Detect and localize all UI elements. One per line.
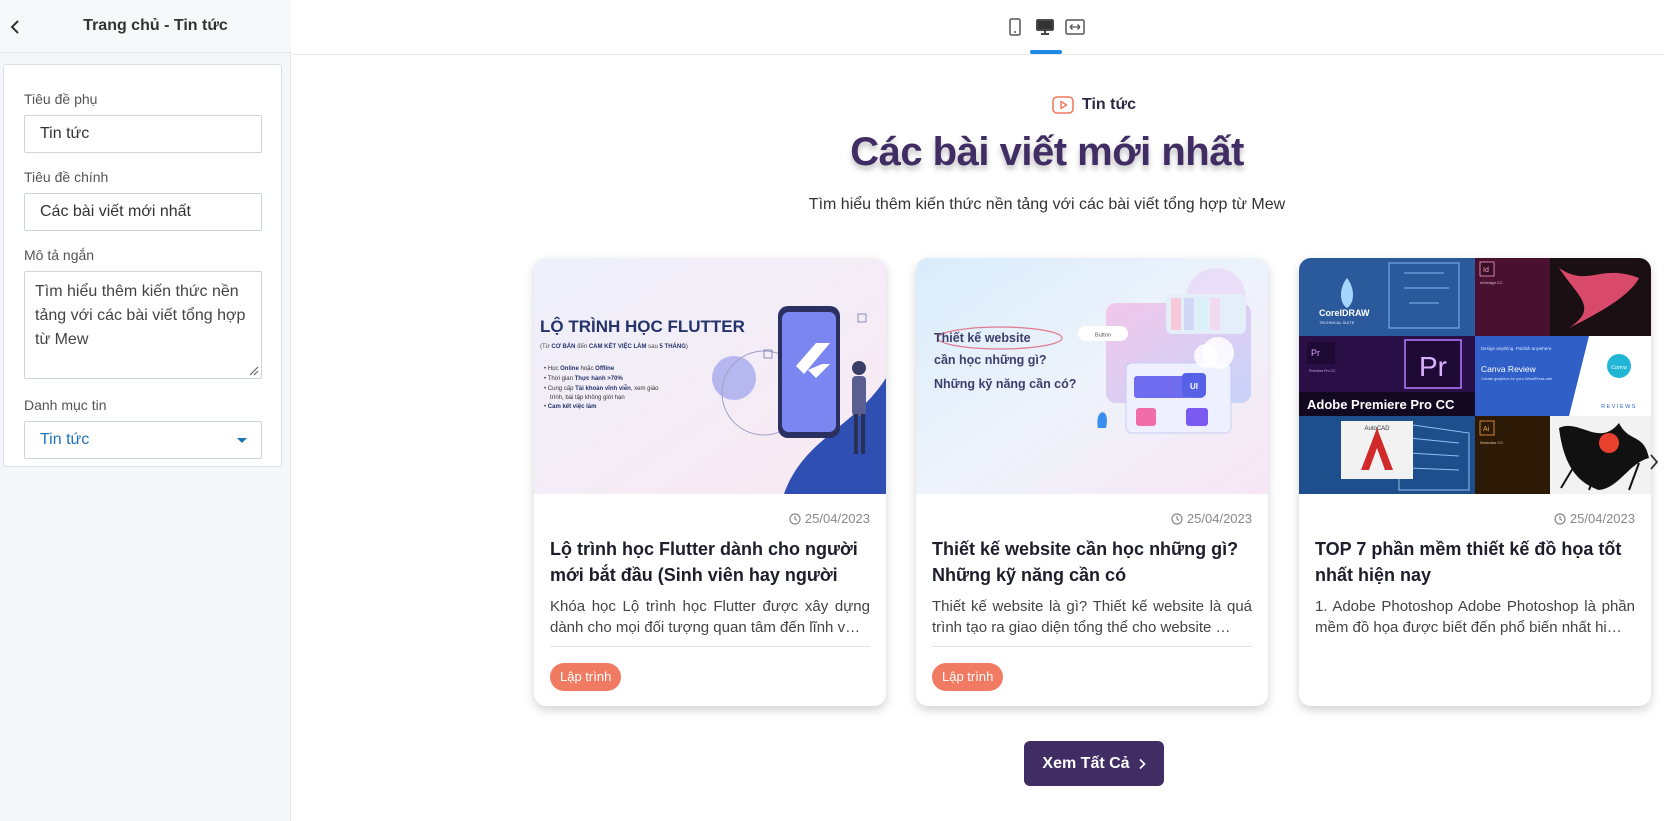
- clock-icon: [1171, 512, 1183, 525]
- short-desc-text: Tìm hiểu thêm kiến thức nền tảng với các…: [35, 283, 246, 348]
- editor-sidebar: Trang chủ - Tin tức Tiêu đề phụ Tin tức …: [0, 0, 291, 821]
- card-divider: [932, 646, 1252, 647]
- article-date: 25/04/2023: [789, 511, 870, 526]
- thumb-flutter-heading: LỘ TRÌNH HỌC FLUTTER: [540, 317, 745, 336]
- chevron-right-icon: [1138, 758, 1146, 769]
- sidebar-title: Trang chủ - Tin tức: [83, 17, 228, 34]
- thumb-corel-sub: TECHNICAL SUITE: [1319, 320, 1355, 325]
- article-category-tag[interactable]: Lập trình: [550, 663, 622, 691]
- subtitle-input[interactable]: Tin tức: [24, 115, 262, 153]
- short-desc-textarea[interactable]: Tìm hiểu thêm kiến thức nền tảng với các…: [24, 271, 262, 379]
- thumb-line-3: Những kỹ năng cần có?: [934, 377, 1076, 391]
- subtitle-label: Tiêu đề phụ: [24, 91, 98, 107]
- desktop-icon: [1036, 19, 1054, 35]
- chevron-right-icon: [1650, 454, 1659, 470]
- article-date: 25/04/2023: [1554, 511, 1635, 526]
- svg-text:• Cung cấp Tài khoản vĩnh viễn: • Cung cấp Tài khoản vĩnh viễn, xem giáo: [544, 385, 659, 392]
- thumb-premiere-label: Adobe Premiere Pro CC: [1307, 397, 1455, 412]
- category-label: Danh mục tin: [24, 397, 107, 413]
- section-description: Tìm hiểu thêm kiến thức nền tảng với các…: [808, 196, 1286, 213]
- mobile-view-button[interactable]: [1003, 16, 1027, 38]
- article-card[interactable]: CorelDRAW TECHNICAL SUITE Id InDesign CC…: [1299, 258, 1651, 706]
- article-excerpt: Khóa học Lộ trình học Flutter được xây d…: [550, 598, 870, 636]
- view-all-button[interactable]: Xem Tất Cả: [1024, 741, 1164, 786]
- desktop-view-button[interactable]: [1033, 16, 1057, 38]
- article-date-text: 25/04/2023: [804, 511, 870, 526]
- thumb-pr-small: Pr: [1311, 348, 1320, 358]
- article-date-text: 25/04/2023: [1569, 511, 1635, 526]
- svg-text:• Cam kết việc làm: • Cam kết việc làm: [544, 403, 596, 410]
- article-card[interactable]: LỘ TRÌNH HỌC FLUTTER (Từ CƠ BẢN đến CAM …: [534, 258, 886, 706]
- thumb-canva-sub: Create graphics for your WordPress site: [1481, 376, 1553, 381]
- svg-text:trình, bài tập không giới hạn: trình, bài tập không giới hạn: [550, 395, 625, 401]
- article-thumbnail: CorelDRAW TECHNICAL SUITE Id InDesign CC…: [1299, 258, 1651, 494]
- thumb-ai-logo: Ai: [1483, 426, 1490, 433]
- thumb-line-2: cần học những gì?: [934, 353, 1047, 367]
- thumb-ui-badge: UI: [1190, 382, 1198, 391]
- play-video-icon: [1052, 96, 1074, 114]
- short-desc-label: Mô tả ngắn: [24, 247, 95, 263]
- clock-icon: [1554, 512, 1566, 525]
- thumb-canva-logo: Canva: [1611, 365, 1627, 371]
- thumb-premiere-small: Premiere Pro CC: [1309, 369, 1336, 373]
- main-title-label: Tiêu đề chính: [24, 169, 109, 185]
- article-date-text: 25/04/2023: [1186, 511, 1252, 526]
- category-selected-value: Tin tức: [40, 431, 90, 448]
- article-category-tag[interactable]: Lập trình: [932, 663, 1004, 691]
- thumb-reviews: REVIEWS: [1601, 404, 1637, 410]
- device-toolbar: [292, 0, 1664, 55]
- section-title: Các bài viết mới nhất: [850, 130, 1244, 174]
- sidebar-header: Trang chủ - Tin tức: [0, 0, 291, 53]
- main-title-input[interactable]: Các bài viết mới nhất: [24, 193, 262, 231]
- thumb-canva-title: Canva Review: [1481, 364, 1537, 374]
- article-excerpt: 1. Adobe Photoshop Adobe Photoshop là ph…: [1315, 598, 1635, 636]
- svg-text:• Học Online hoặc Offline: • Học Online hoặc Offline: [544, 366, 615, 372]
- section-subtitle-text: Tin tức: [1082, 96, 1136, 113]
- svg-text:(Từ CƠ BẢN đến CAM KẾT VIỆC LÀ: (Từ CƠ BẢN đến CAM KẾT VIỆC LÀM sau 5 TH…: [540, 342, 688, 350]
- thumb-line-1: Thiết kế website: [934, 331, 1031, 345]
- fullwidth-icon: [1065, 19, 1085, 35]
- view-all-label: Xem Tất Cả: [1042, 754, 1130, 772]
- thumb-autocad: AutoCAD: [1364, 426, 1390, 432]
- mobile-icon: [1009, 18, 1021, 36]
- page-preview: Tin tức Các bài viết mới nhất Tìm hiểu t…: [292, 56, 1664, 821]
- article-title[interactable]: Thiết kế website cần học những gì? Những…: [932, 536, 1252, 588]
- thumb-pr-logo: Pr: [1419, 351, 1447, 382]
- article-thumbnail: LỘ TRÌNH HỌC FLUTTER (Từ CƠ BẢN đến CAM …: [534, 258, 886, 494]
- back-button[interactable]: [4, 14, 26, 40]
- thumb-id-logo: Id: [1483, 267, 1489, 274]
- section-subtitle: Tin tức: [1052, 96, 1136, 114]
- thumb-corel: CorelDRAW: [1319, 308, 1370, 318]
- caret-down-icon: [237, 438, 247, 443]
- svg-text:• Thời gian Thực hành >70%: • Thời gian Thực hành >70%: [544, 376, 623, 382]
- active-device-indicator: [1030, 50, 1062, 54]
- card-divider: [550, 646, 870, 647]
- category-select[interactable]: Tin tức: [24, 421, 262, 459]
- article-card[interactable]: Button UI Thiết kế website cần học những…: [916, 258, 1268, 706]
- thumb-illustrator: Illustrator CC: [1480, 440, 1503, 445]
- thumb-indesign: InDesign CC: [1480, 280, 1503, 285]
- thumb-canva-top: Design anything. Publish anywhere.: [1481, 346, 1553, 351]
- clock-icon: [789, 512, 801, 525]
- article-date: 25/04/2023: [1171, 511, 1252, 526]
- resize-handle-icon[interactable]: [247, 364, 259, 376]
- article-title[interactable]: TOP 7 phần mềm thiết kế đồ họa tốt nhất …: [1315, 536, 1635, 588]
- fullwidth-view-button[interactable]: [1063, 16, 1087, 38]
- chevron-left-icon: [10, 20, 19, 34]
- article-excerpt: Thiết kế website là gì? Thiết kế website…: [932, 598, 1252, 636]
- thumb-button-label: Button: [1095, 333, 1111, 339]
- article-title[interactable]: Lộ trình học Flutter dành cho người mới …: [550, 536, 870, 588]
- article-thumbnail: Button UI Thiết kế website cần học những…: [916, 258, 1268, 494]
- carousel-next-button[interactable]: [1644, 448, 1664, 476]
- settings-form: Tiêu đề phụ Tin tức Tiêu đề chính Các bà…: [3, 64, 282, 467]
